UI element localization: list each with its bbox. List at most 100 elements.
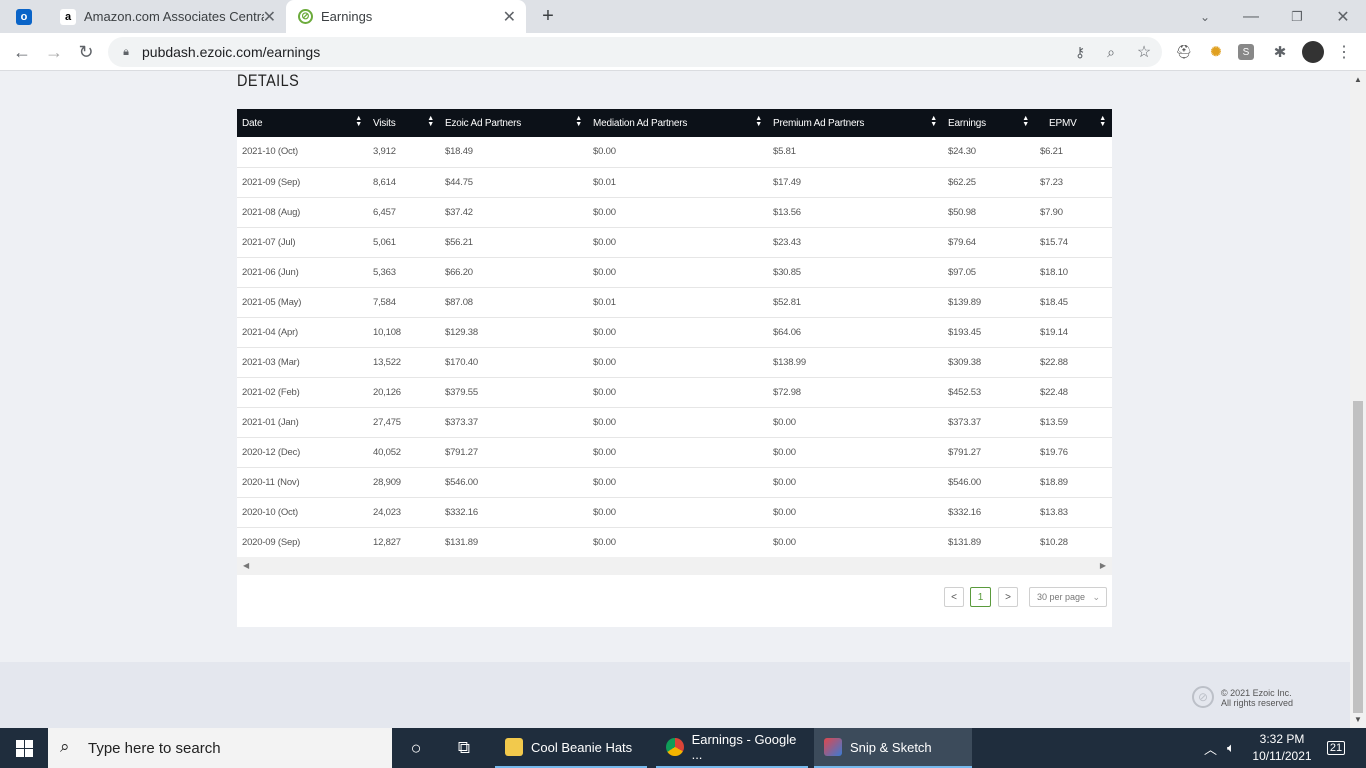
prev-page-button[interactable]: < xyxy=(944,587,964,607)
restore-button[interactable]: ❐ xyxy=(1274,0,1320,33)
cell-epmv: $7.90 xyxy=(1035,197,1112,228)
next-page-button[interactable]: > xyxy=(998,587,1018,607)
vertical-scrollbar[interactable]: ▲ ▼ xyxy=(1350,71,1366,728)
extension-s-icon[interactable]: S xyxy=(1238,44,1254,60)
cell-visits: 5,061 xyxy=(368,227,440,258)
taskbar-app-chrome[interactable]: Earnings - Google ... xyxy=(656,728,808,768)
bookmark-star-icon[interactable]: ☆ xyxy=(1134,42,1154,62)
horizontal-scrollbar[interactable]: ◀ ▶ xyxy=(237,557,1112,575)
close-tab-icon[interactable]: ✕ xyxy=(503,7,516,27)
windows-logo-icon xyxy=(15,739,33,757)
snip-sketch-icon xyxy=(824,738,842,756)
sort-icon[interactable]: ▲ ▼ xyxy=(930,115,937,128)
column-header-earnings[interactable]: Earnings ▲ ▼ xyxy=(943,109,1035,137)
per-page-select[interactable]: 30 per page ⌄ xyxy=(1029,587,1107,607)
scroll-left-arrow-icon[interactable]: ◀ xyxy=(243,561,249,570)
column-header-mediation-ad-partners[interactable]: Mediation Ad Partners ▲ ▼ xyxy=(588,109,768,137)
scrollbar-thumb[interactable] xyxy=(1353,401,1363,713)
forward-button[interactable]: → xyxy=(40,38,68,66)
column-header-premium-ad-partners[interactable]: Premium Ad Partners ▲ ▼ xyxy=(768,109,943,137)
notification-center-icon[interactable]: 21 xyxy=(1322,728,1350,768)
reload-button[interactable]: ↻ xyxy=(72,38,100,66)
taskbar-app-snip-sketch[interactable]: Snip & Sketch xyxy=(814,728,972,768)
notification-count: 21 xyxy=(1326,741,1346,755)
start-button[interactable] xyxy=(0,728,48,768)
folder-icon xyxy=(505,738,523,756)
extension-hat-icon[interactable]: ⛑ xyxy=(1174,42,1194,62)
cell-earnings: $62.25 xyxy=(943,167,1035,198)
cell-premium-ad-partners: $0.00 xyxy=(768,527,943,558)
cell-visits: 8,614 xyxy=(368,167,440,198)
cell-epmv: $18.45 xyxy=(1035,287,1112,318)
page-content: DETAILS Date ▲ ▼ Visits ▲ ▼ Ezoic Ad Partner… xyxy=(0,71,1350,728)
table-row: 2020-09 (Sep) 12,827 $131.89 $0.00 $0.00 $131… xyxy=(237,527,1112,558)
cell-premium-ad-partners: $64.06 xyxy=(768,317,943,348)
tab-search-chevron-icon[interactable]: ⌄ xyxy=(1182,0,1228,33)
lock-icon[interactable]: 🔒︎ xyxy=(116,42,136,62)
taskbar-search-box[interactable]: ⌕ Type here to search xyxy=(48,728,392,768)
extensions-puzzle-icon[interactable]: ✱ xyxy=(1270,42,1290,62)
browser-menu-icon[interactable]: ⋮ xyxy=(1334,42,1354,62)
scroll-down-arrow-icon[interactable]: ▼ xyxy=(1354,715,1362,724)
cell-ezoic-ad-partners: $791.27 xyxy=(440,437,588,468)
extension-honey-icon[interactable]: ✺ xyxy=(1206,42,1226,62)
profile-avatar[interactable] xyxy=(1302,41,1324,63)
cell-earnings: $546.00 xyxy=(943,467,1035,498)
new-tab-button[interactable]: + xyxy=(536,0,560,33)
search-icon: ⌕ xyxy=(60,737,70,756)
pinned-tab-outlook[interactable]: o xyxy=(10,0,38,33)
cell-premium-ad-partners: $17.49 xyxy=(768,167,943,198)
column-header-visits[interactable]: Visits ▲ ▼ xyxy=(368,109,440,137)
table-row: 2020-12 (Dec) 40,052 $791.27 $0.00 $0.00 $791… xyxy=(237,437,1112,468)
sort-icon[interactable]: ▲ ▼ xyxy=(575,115,582,128)
cell-date: 2021-05 (May) xyxy=(237,287,368,318)
table-body: 2021-10 (Oct) 3,912 $18.49 $0.00 $5.81 $24.30… xyxy=(237,137,1112,558)
column-header-ezoic-ad-partners[interactable]: Ezoic Ad Partners ▲ ▼ xyxy=(440,109,588,137)
search-placeholder: Type here to search xyxy=(88,740,221,757)
cell-mediation-ad-partners: $0.00 xyxy=(588,497,768,528)
scroll-up-arrow-icon[interactable]: ▲ xyxy=(1354,75,1362,84)
cell-date: 2020-09 (Sep) xyxy=(237,527,368,558)
sort-icon[interactable]: ▲ ▼ xyxy=(1099,115,1106,128)
column-header-date[interactable]: Date ▲ ▼ xyxy=(237,109,368,137)
sort-icon[interactable]: ▲ ▼ xyxy=(1022,115,1029,128)
table-row: 2021-09 (Sep) 8,614 $44.75 $0.01 $17.49 $62.2… xyxy=(237,167,1112,198)
cell-epmv: $13.83 xyxy=(1035,497,1112,528)
address-bar[interactable]: 🔒︎ pubdash.ezoic.com/earnings ⚷ ⌕ ☆ xyxy=(108,37,1162,67)
table-row: 2020-11 (Nov) 28,909 $546.00 $0.00 $0.00 $546… xyxy=(237,467,1112,498)
browser-toolbar: ← → ↻ 🔒︎ pubdash.ezoic.com/earnings ⚷ ⌕ … xyxy=(0,33,1366,71)
column-header-epmv[interactable]: EPMV ▲ ▼ xyxy=(1035,109,1112,137)
cell-epmv: $19.76 xyxy=(1035,437,1112,468)
task-view-icon[interactable]: ⧉ xyxy=(448,728,480,768)
table-row: 2020-10 (Oct) 24,023 $332.16 $0.00 $0.00 $332… xyxy=(237,497,1112,528)
table-row: 2021-03 (Mar) 13,522 $170.40 $0.00 $138.99 $3… xyxy=(237,347,1112,378)
key-icon[interactable]: ⚷ xyxy=(1070,42,1090,62)
chevron-down-icon: ⌄ xyxy=(1092,592,1100,602)
sort-icon[interactable]: ▲ ▼ xyxy=(427,115,434,128)
taskbar-app-file-explorer[interactable]: Cool Beanie Hats xyxy=(495,728,647,768)
tab-amazon-associates[interactable]: a Amazon.com Associates Central ✕ xyxy=(48,0,284,33)
taskbar-clock[interactable]: 3:32 PM 10/11/2021 xyxy=(1248,731,1316,765)
chrome-icon xyxy=(666,738,684,756)
cell-earnings: $131.89 xyxy=(943,527,1035,558)
minimize-button[interactable]: — xyxy=(1228,0,1274,33)
current-page-button[interactable]: 1 xyxy=(970,587,991,607)
tab-earnings[interactable]: ⊘ Earnings ✕ xyxy=(286,0,526,33)
close-tab-icon[interactable]: ✕ xyxy=(263,7,276,27)
show-hidden-icons-chevron-icon[interactable]: ︿ xyxy=(1204,739,1217,758)
close-window-button[interactable]: ✕ xyxy=(1320,0,1366,33)
cortana-icon[interactable]: ○ xyxy=(400,728,432,768)
back-button[interactable]: ← xyxy=(8,38,36,66)
zoom-icon[interactable]: ⌕ xyxy=(1101,42,1121,62)
tab-label: Earnings xyxy=(321,9,373,24)
header-label: Ezoic Ad Partners xyxy=(445,117,522,129)
cell-epmv: $13.59 xyxy=(1035,407,1112,438)
speaker-icon[interactable]: 🔈︎ xyxy=(1227,740,1235,756)
header-label: Mediation Ad Partners xyxy=(593,117,688,129)
taskbar-app-label: Cool Beanie Hats xyxy=(531,739,633,755)
sort-icon[interactable]: ▲ ▼ xyxy=(355,115,362,128)
table-row: 2021-04 (Apr) 10,108 $129.38 $0.00 $64.06 $19… xyxy=(237,317,1112,348)
scroll-right-arrow-icon[interactable]: ▶ xyxy=(1100,561,1106,570)
table-row: 2021-10 (Oct) 3,912 $18.49 $0.00 $5.81 $24.30… xyxy=(237,137,1112,168)
sort-icon[interactable]: ▲ ▼ xyxy=(755,115,762,128)
